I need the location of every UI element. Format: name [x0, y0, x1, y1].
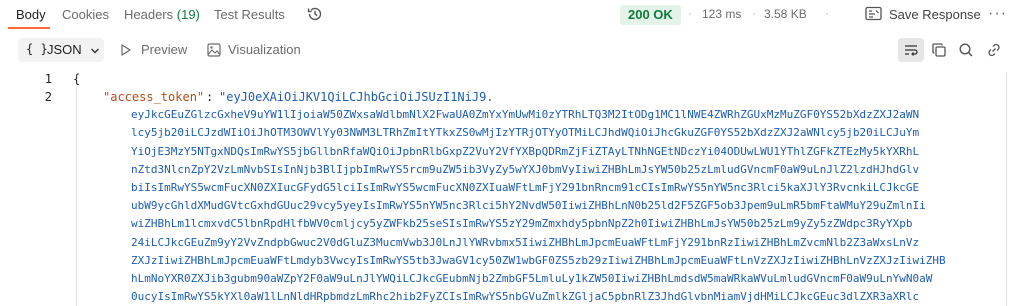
line-number: 2 — [44, 90, 52, 104]
body-toolbar: { } JSON Preview Visualization — [0, 36, 1019, 66]
json-string-line: 0ucyIsImRwYS5kYXl0aW1lLnNldHRpbmdzLmRhc2… — [131, 290, 920, 304]
response-time[interactable]: 123 ms — [702, 7, 741, 21]
json-string-value: "eyJ0eXAiOiJKV1QiLCJhbGciOiJSUzI1NiJ9. — [219, 90, 494, 104]
active-tab-indicator — [8, 27, 50, 29]
search-button[interactable] — [953, 38, 979, 62]
tab-body[interactable]: Body — [16, 7, 46, 22]
wrap-icon — [905, 45, 918, 56]
json-string-line: ubW9ycGhldXMudGVtcGxhdGUuc29vcy5yeyIsImR… — [131, 199, 926, 213]
json-string-line: 24iLCJkcGEuZm9yY2VvZndpbGwuc2V0dGluZ3Muc… — [131, 235, 920, 249]
copy-icon — [932, 43, 946, 57]
response-tab-bar: Body Cookies Headers (19) Test Results 2… — [0, 0, 1019, 30]
separator-dot: · — [688, 6, 692, 20]
format-dropdown[interactable]: { } JSON — [18, 38, 104, 62]
tab-headers-label: Headers — [124, 7, 174, 22]
json-string-line: nZtd3NlcnZpY2VzLmNvbSIsInNjb3BlIjpbImRwY… — [131, 162, 920, 176]
indent-guide — [76, 86, 77, 306]
format-dropdown-label: JSON — [47, 42, 82, 57]
preview-button[interactable]: Preview — [141, 42, 187, 57]
json-key: "access_token" — [103, 90, 205, 104]
json-open-brace: { — [73, 72, 81, 86]
save-response-button[interactable]: Save Response — [889, 7, 981, 22]
headers-count-badge: (19) — [176, 7, 200, 22]
save-icon[interactable] — [865, 6, 882, 21]
json-string-line: YiOjE3MzY5NTgxNDQsImRwYS5jbGllbnRfaWQiOi… — [131, 144, 920, 158]
link-icon — [988, 43, 1000, 57]
copy-button[interactable] — [926, 38, 952, 62]
json-braces-icon: { } — [26, 42, 48, 56]
tab-cookies[interactable]: Cookies — [62, 7, 109, 22]
history-icon[interactable] — [306, 5, 324, 23]
search-icon — [959, 43, 973, 57]
json-string-line: hLmNoYXR0ZXJib3gubm90aWZpY2F0aW9uLnJlYWQ… — [131, 272, 933, 285]
copy-link-button[interactable] — [981, 38, 1007, 62]
more-icon[interactable]: ··· — [988, 5, 1007, 23]
json-editor[interactable]: 1 2 { "access_token" : "eyJ0eXAiOiJKV1Qi… — [0, 66, 1019, 306]
play-icon — [121, 44, 131, 56]
response-size[interactable]: 3.58 KB — [764, 7, 807, 21]
scrollbar[interactable] — [1006, 72, 1007, 306]
json-string-line: ZXJzIiwiZHBhLmJpcmEuaWFtLmdyb3VwcyIsImRw… — [131, 253, 946, 267]
separator-dot: · — [825, 6, 829, 20]
json-string-line: biIsImRwYS5wcmFucXN0ZXIucGFydG5lciIsImRw… — [131, 181, 920, 194]
chevron-down-icon — [91, 48, 99, 54]
wrap-lines-button[interactable] — [898, 38, 924, 62]
tab-test-results[interactable]: Test Results — [214, 7, 285, 22]
visualization-button[interactable]: Visualization — [228, 42, 301, 57]
json-string-line: wiZHBhLm1lcmxvdC5lbnRpdHlfbWV0cmljcy5yZW… — [131, 217, 913, 231]
status-badge[interactable]: 200 OK — [620, 5, 681, 25]
json-colon: : — [206, 90, 214, 104]
json-string-line: eyJkcGEuZGlzcGxheV9uYW1lIjoiaW50ZWxsaWdl… — [131, 108, 920, 122]
separator-dot: · — [752, 6, 756, 20]
image-icon — [207, 43, 221, 57]
json-string-line: lcy5jb20iLCJzdWIiOiJhOTM3OWVlYy03NWM3LTR… — [131, 126, 920, 140]
line-number: 1 — [44, 72, 52, 86]
tab-headers[interactable]: Headers (19) — [124, 7, 200, 22]
